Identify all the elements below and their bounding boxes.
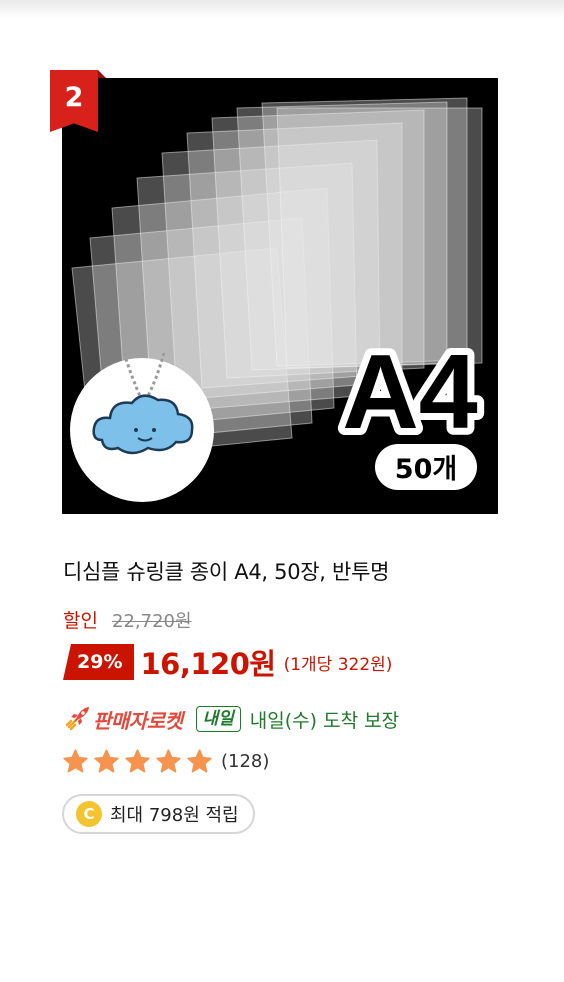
- rank-fold: [98, 70, 106, 78]
- svg-text:50개: 50개: [395, 454, 457, 485]
- star-icon: [63, 748, 88, 772]
- star-icon: [156, 748, 181, 772]
- discount-percent-badge: 29%: [63, 644, 135, 680]
- arrival-text: 내일(수) 도착 보장: [249, 709, 400, 732]
- rocket-delivery-label: 판매자로켓: [93, 708, 183, 733]
- star-icon: [187, 748, 212, 772]
- sale-price: 16,120원: [140, 647, 276, 681]
- svg-text:A4: A4: [342, 333, 478, 451]
- rocket-icon: [65, 707, 89, 731]
- tomorrow-badge: 내일: [195, 706, 241, 732]
- delivery-row: 판매자로켓 내일 내일(수) 도착 보장: [62, 703, 399, 735]
- rank-badge: 2: [50, 70, 106, 132]
- price-row: 29% 16,120원 (1개당 322원): [63, 641, 392, 683]
- review-count: (128): [221, 750, 270, 772]
- coin-icon: C: [76, 801, 102, 827]
- rating-row[interactable]: (128): [62, 746, 269, 776]
- reward-badge: C 최대 798원 적립: [62, 794, 255, 834]
- original-price: 22,720원: [112, 611, 192, 632]
- product-card[interactable]: 2 A4 A4 50개 디심플 슈링클 종이 A4, 50장, 반투명 할인 2…: [0, 0, 564, 982]
- unit-price: (1개당 322원): [283, 654, 393, 675]
- product-title[interactable]: 디심플 슈링클 종이 A4, 50장, 반투명: [63, 556, 389, 586]
- star-icon: [94, 748, 119, 772]
- product-image[interactable]: A4 A4 50개: [62, 78, 498, 514]
- rank-number: 2: [64, 82, 84, 113]
- discount-label: 할인: [63, 610, 98, 632]
- reward-text: 최대 798원 적립: [110, 805, 239, 826]
- star-icon: [125, 748, 150, 772]
- discount-row: 할인 22,720원: [63, 606, 192, 633]
